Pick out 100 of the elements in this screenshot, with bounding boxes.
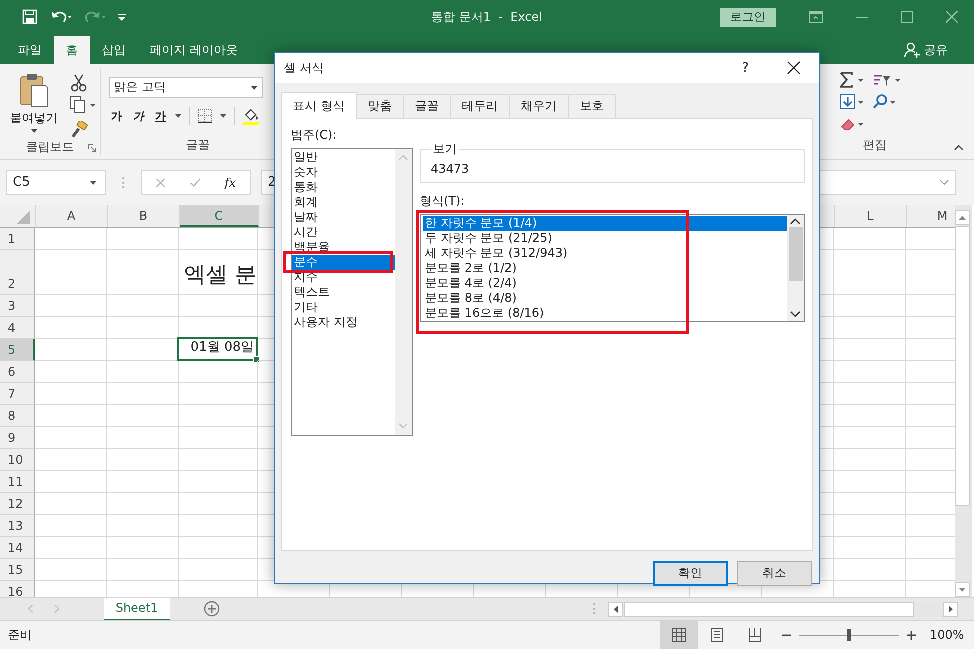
grid-cell[interactable] [107, 537, 179, 559]
grid-cell[interactable] [107, 405, 179, 427]
row-header[interactable]: 4 [0, 317, 35, 339]
ribbon-tab[interactable]: 삽입 [90, 36, 138, 64]
grid-cell[interactable] [834, 493, 906, 515]
view-button[interactable] [660, 621, 698, 649]
list-item[interactable]: 분모를 4로 (2/4) [423, 276, 787, 291]
grid-cell[interactable] [834, 361, 906, 383]
ribbon-display-icon[interactable] [809, 11, 823, 23]
name-box[interactable]: C5 [6, 170, 106, 195]
ok-button[interactable]: 확인 [653, 561, 728, 586]
dialog-tab[interactable]: 보호 [568, 94, 616, 118]
share-button[interactable]: 공유 [904, 36, 974, 64]
close-icon[interactable] [787, 61, 801, 75]
grid-cell[interactable] [35, 361, 107, 383]
row-header[interactable]: 7 [0, 383, 35, 405]
font-name-field[interactable]: 맑은 고딕 [109, 77, 263, 98]
zoom-slider-thumb[interactable] [847, 629, 851, 641]
row-header[interactable]: 6 [0, 361, 35, 383]
row-header[interactable]: 2 [0, 250, 35, 295]
vertical-scrollbar[interactable] [955, 205, 972, 597]
row-header[interactable]: 1 [0, 228, 35, 250]
scissors-icon[interactable] [70, 74, 88, 92]
grid-cell[interactable] [834, 559, 906, 581]
grid-cell[interactable] [35, 295, 107, 317]
grid-cell[interactable] [35, 317, 107, 339]
ribbon-tab[interactable]: 페이지 레이아웃 [138, 36, 250, 64]
grid-cell[interactable] [107, 559, 179, 581]
grid-cell[interactable] [834, 427, 906, 449]
row-header[interactable]: 8 [0, 405, 35, 427]
ribbon-tab[interactable]: 파일 [6, 36, 54, 64]
grid-cell[interactable] [179, 515, 258, 537]
grid-cell[interactable] [35, 493, 107, 515]
caret-icon[interactable] [220, 114, 227, 118]
grid-cell[interactable] [834, 228, 906, 250]
previous-sheet-icon[interactable] [28, 605, 34, 613]
grid-cell[interactable] [179, 471, 258, 493]
scroll-right-icon[interactable] [943, 602, 958, 616]
grid-cell[interactable] [107, 295, 179, 317]
list-item[interactable]: 분모를 8로 (4/8) [423, 291, 787, 306]
grid-cell[interactable] [107, 250, 179, 295]
grid-cell[interactable] [35, 515, 107, 537]
collapse-ribbon-icon[interactable] [954, 145, 964, 151]
cancel-icon[interactable] [156, 176, 166, 188]
grid-cell[interactable] [35, 228, 107, 250]
grid-cell[interactable] [107, 449, 179, 471]
row-header[interactable]: 13 [0, 515, 35, 537]
copy-icon[interactable] [70, 96, 96, 114]
row-header[interactable]: 15 [0, 559, 35, 581]
maximize-icon[interactable] [901, 11, 913, 23]
row-header[interactable]: 16 [0, 581, 35, 597]
underline-button[interactable]: 가 [153, 108, 168, 124]
horizontal-scrollbar[interactable] [608, 602, 958, 616]
list-item[interactable]: 날짜 [292, 210, 395, 225]
grid-cell[interactable] [834, 405, 906, 427]
list-item[interactable]: 지수 [292, 270, 395, 285]
insert-function-button[interactable]: fx [224, 176, 236, 190]
grid-cell[interactable] [834, 383, 906, 405]
sheet-tab[interactable]: Sheet1 [104, 598, 170, 620]
sort-filter-icon[interactable] [872, 72, 902, 88]
scroll-thumb[interactable] [955, 226, 970, 506]
grid-cell[interactable] [834, 250, 906, 295]
grid-cell[interactable] [834, 317, 906, 339]
zoom-in-icon[interactable] [907, 630, 916, 640]
row-header[interactable]: 5 [0, 339, 35, 361]
grid-cell[interactable] [834, 339, 906, 361]
grid-cell[interactable] [107, 515, 179, 537]
autosum-icon[interactable] [840, 72, 866, 88]
grid-cell[interactable] [35, 427, 107, 449]
bold-button[interactable]: 가 [109, 108, 124, 124]
list-item[interactable]: 시간 [292, 225, 395, 240]
row-header[interactable]: 12 [0, 493, 35, 515]
grid-cell[interactable]: 엑셀 분 [179, 250, 258, 295]
grid-cell[interactable] [834, 515, 906, 537]
grid-cell[interactable] [107, 361, 179, 383]
grid-cell[interactable] [179, 295, 258, 317]
format-painter-icon[interactable] [70, 121, 88, 139]
grid-cell[interactable] [107, 317, 179, 339]
list-item[interactable]: 분수 [292, 255, 395, 270]
scroll-down-icon[interactable] [790, 311, 801, 318]
list-item[interactable]: 분모를 16으로 (8/16) [423, 306, 787, 321]
cancel-button[interactable]: 취소 [737, 561, 812, 586]
grid-cell[interactable] [107, 427, 179, 449]
undo-icon[interactable] [50, 9, 72, 25]
dialog-launcher-icon[interactable] [88, 144, 96, 152]
fill-down-icon[interactable] [840, 94, 866, 110]
grid-cell[interactable] [35, 339, 107, 361]
grid-cell[interactable] [35, 250, 107, 295]
check-icon[interactable] [190, 176, 201, 188]
list-item[interactable]: 세 자릿수 분모 (312/943) [423, 246, 787, 261]
help-button[interactable]: ? [742, 60, 749, 76]
list-item[interactable]: 통화 [292, 180, 395, 195]
scroll-left-icon[interactable] [608, 602, 623, 616]
caret-icon[interactable] [175, 114, 182, 118]
fill-color-icon[interactable] [242, 107, 260, 125]
grid-cell[interactable] [35, 559, 107, 581]
borders-icon[interactable] [197, 108, 213, 124]
customize-caret-icon[interactable] [118, 13, 126, 21]
grid-cell[interactable] [35, 471, 107, 493]
list-item[interactable]: 두 자릿수 분모 (21/25) [423, 231, 787, 246]
